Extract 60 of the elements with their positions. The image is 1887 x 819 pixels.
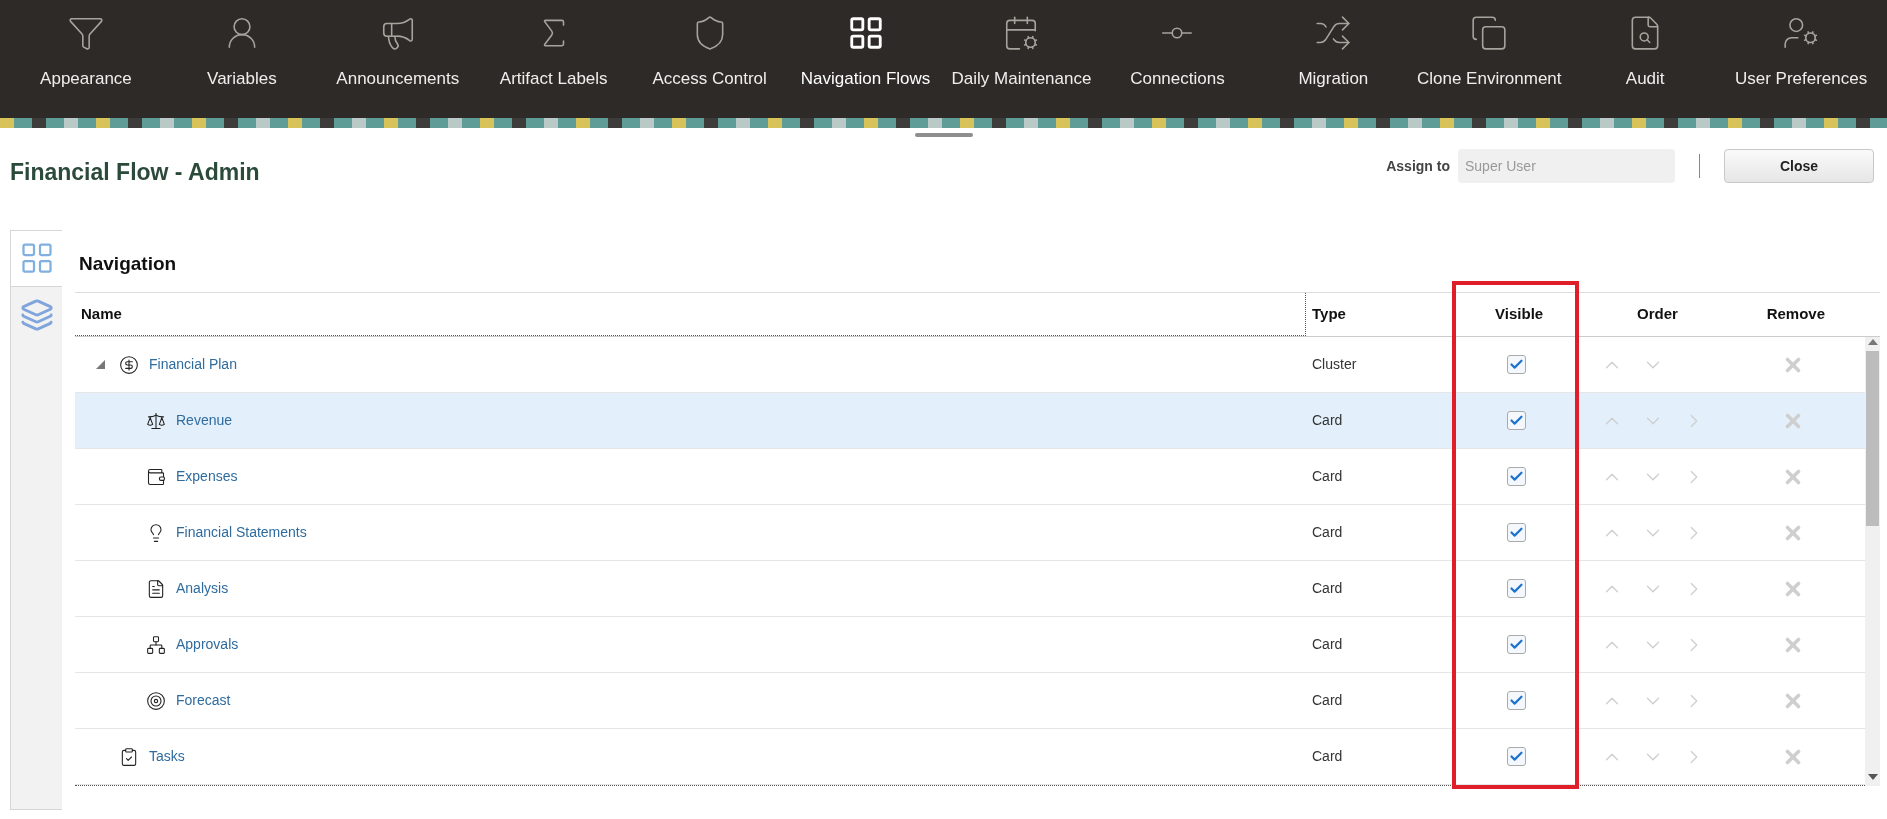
visible-checkbox[interactable] (1507, 523, 1526, 542)
type-cell-text: Card (1311, 691, 1344, 710)
section-title: Navigation (79, 251, 178, 276)
type-cell-text: Card (1311, 523, 1344, 542)
type-cell-text: Card (1311, 747, 1344, 766)
nav-tab[interactable]: Access Control (631, 0, 788, 118)
nav-tab[interactable]: Migration (1255, 0, 1412, 118)
side-tab[interactable] (11, 230, 62, 287)
visible-checkbox[interactable] (1507, 691, 1526, 710)
hierarchy-icon (146, 634, 166, 655)
visible-checkbox[interactable] (1507, 747, 1526, 766)
item-link[interactable]: Analysis (176, 578, 229, 599)
type-cell-text: Card (1311, 467, 1344, 486)
type-cell-text: Card (1311, 411, 1344, 430)
column-header[interactable]: Visible (1450, 303, 1589, 326)
nav-tab[interactable]: Announcements (319, 0, 476, 118)
dollar-coin-icon (119, 354, 139, 375)
clipboard-check-icon (119, 746, 139, 767)
page-title: Financial Flow - Admin (10, 158, 260, 187)
scrollbar[interactable] (1865, 337, 1880, 786)
nav-tab[interactable]: Artifact Labels (475, 0, 632, 118)
target-icon (146, 690, 166, 711)
type-cell-text: Cluster (1311, 355, 1358, 374)
type-cell-text: Card (1311, 635, 1344, 654)
scale-icon (146, 410, 166, 431)
column-header[interactable]: Order (1588, 303, 1727, 326)
type-cell-text: Card (1311, 579, 1344, 598)
item-link[interactable]: Expenses (176, 466, 238, 487)
nav-tab[interactable]: Navigation Flows (787, 0, 944, 118)
nav-tab[interactable]: User Preferences (1723, 0, 1880, 118)
drag-handle[interactable] (914, 133, 973, 137)
nav-tab[interactable]: Audit (1567, 0, 1724, 118)
column-header[interactable]: Type (1306, 303, 1450, 326)
close-button[interactable]: Close (1724, 149, 1874, 183)
expand-triangle-icon[interactable] (95, 360, 105, 369)
report-icon (146, 578, 166, 599)
wallet-icon (146, 466, 166, 487)
assign-to-field[interactable]: Super User (1458, 149, 1675, 183)
stacked-pages-icon (19, 297, 54, 332)
nav-tab[interactable]: Variables (163, 0, 320, 118)
column-header[interactable]: Remove (1726, 303, 1865, 326)
visible-checkbox[interactable] (1507, 411, 1526, 430)
assign-to-label: Assign to (1386, 156, 1450, 176)
nav-tab[interactable]: Clone Environment (1411, 0, 1568, 118)
nav-tab[interactable]: Appearance (8, 0, 164, 118)
visible-checkbox[interactable] (1507, 355, 1526, 374)
item-link[interactable]: Forecast (176, 690, 231, 711)
item-link[interactable]: Financial Statements (176, 522, 307, 543)
item-link[interactable]: Financial Plan (149, 354, 237, 375)
visible-checkbox[interactable] (1507, 635, 1526, 654)
nav-tab[interactable]: Daily Maintenance (943, 0, 1100, 118)
visible-checkbox[interactable] (1507, 467, 1526, 486)
item-link[interactable]: Approvals (176, 634, 239, 655)
column-header[interactable]: Name (75, 293, 1306, 336)
table-row[interactable]: Revenue Card (75, 393, 1865, 449)
copy-icon (1470, 14, 1509, 52)
item-link[interactable]: Tasks (149, 746, 185, 767)
nav-tab[interactable]: Connections (1099, 0, 1256, 118)
visible-checkbox[interactable] (1507, 579, 1526, 598)
item-link[interactable]: Revenue (176, 410, 233, 431)
